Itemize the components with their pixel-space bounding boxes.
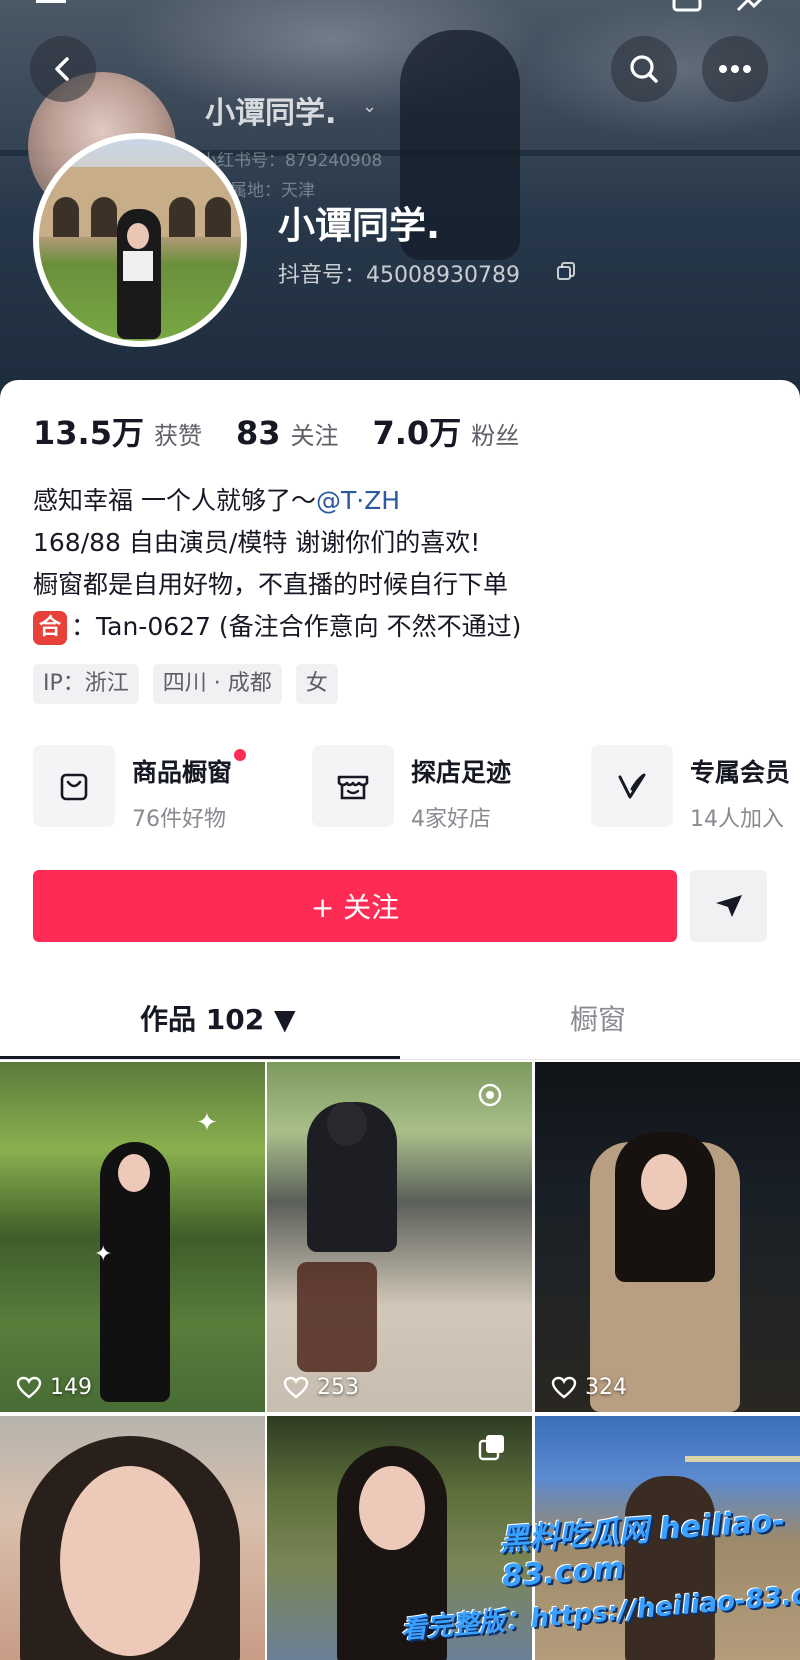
feature-title: 专属会员 <box>690 758 791 787</box>
thumb-face <box>641 1154 687 1210</box>
avatar-arch <box>205 197 231 237</box>
bio-line: 168/88 自由演员/模特 谢谢你们的喜欢! <box>33 528 481 557</box>
likes-count: 324 <box>585 1375 627 1400</box>
thumb-face <box>60 1466 200 1656</box>
thumb-face <box>118 1154 150 1192</box>
copy-icon[interactable] <box>555 260 577 282</box>
profile-screen: 小谭同学. ⌄ 小红书号：879240908 属地：天津 小谭同学. 抖音号：4… <box>0 0 800 1660</box>
sparkle-icon: ✦ <box>94 1242 113 1267</box>
following-label: 关注 <box>290 422 339 450</box>
profile-avatar[interactable] <box>33 133 247 347</box>
video-thumbnail[interactable]: ✦ ✦ 149 <box>0 1062 265 1412</box>
likes-badge: 253 <box>283 1375 359 1400</box>
likes-badge: 149 <box>16 1375 92 1400</box>
profile-name: 小谭同学. <box>278 204 441 247</box>
ghost-chevron-icon: ⌄ <box>362 96 378 117</box>
feature-icon-box <box>591 745 673 827</box>
message-button[interactable] <box>690 870 767 942</box>
likes-count: 253 <box>317 1375 359 1400</box>
sparkle-icon: ✦ <box>196 1108 218 1138</box>
feature-text: 探店足迹 4家好店 <box>411 745 511 833</box>
likes-count[interactable]: 13.5万 <box>33 408 144 454</box>
feature-subtitle: 4家好店 <box>411 807 491 832</box>
tag-gender: 女 <box>295 664 338 704</box>
search-button[interactable] <box>611 36 677 102</box>
v-member-icon <box>618 773 646 799</box>
mention-link[interactable]: @T·ZH <box>316 486 400 515</box>
avatar-shirt <box>123 251 153 281</box>
tag-location: 四川 · 成都 <box>152 664 282 704</box>
bio-line: 合：Tan-0627 (备注合作意向 不然不通过) <box>33 606 773 648</box>
feature-title: 探店足迹 <box>411 758 512 787</box>
shopping-bag-icon <box>60 773 88 801</box>
likes-badge: 324 <box>551 1375 627 1400</box>
video-thumbnail[interactable]: 253 <box>267 1062 532 1412</box>
send-arrow-icon <box>715 895 742 917</box>
avatar-arch <box>53 197 79 237</box>
menu-icon[interactable] <box>34 0 70 14</box>
tab-shop-window[interactable]: 橱窗 <box>570 985 626 1055</box>
bio-line: 橱窗都是自用好物，不直播的时候自行下单 <box>33 570 509 599</box>
avatar-arch <box>169 197 195 237</box>
thumb-head <box>327 1102 367 1146</box>
store-icon <box>337 775 369 800</box>
feature-title: 商品橱窗 <box>132 758 233 787</box>
drink-cup <box>297 1262 377 1372</box>
bio-text: 感知幸福 一个人就够了～ <box>33 486 316 515</box>
ghost-name: 小谭同学. <box>205 96 337 131</box>
multi-image-icon <box>478 1435 504 1461</box>
feature-icon-box <box>33 745 115 827</box>
video-thumbnail[interactable]: 324 <box>535 1062 800 1412</box>
feature-store-visits[interactable]: 探店足迹 4家好店 <box>312 745 591 833</box>
follow-button[interactable]: + 关注 <box>33 870 677 942</box>
search-icon <box>630 55 658 83</box>
feature-subtitle: 76件好物 <box>132 807 226 832</box>
feature-row: 商品橱窗 76件好物 探店足迹 4家好店 专属会员 14人加入 <box>33 745 800 833</box>
douyin-id: 抖音号：45008930789 <box>278 263 520 288</box>
tag-ip: IP：浙江 <box>33 664 139 704</box>
bio: 感知幸福 一个人就够了～@T·ZH 168/88 自由演员/模特 谢谢你们的喜欢… <box>33 480 773 648</box>
avatar-face <box>127 223 149 249</box>
pin-icon <box>478 1083 502 1107</box>
feature-text: 专属会员 14人加入 <box>690 745 790 833</box>
feature-shop-window[interactable]: 商品橱窗 76件好物 <box>33 745 312 833</box>
followers-count[interactable]: 7.0万 <box>373 408 462 454</box>
feature-title-wrap: 商品橱窗 <box>132 749 247 789</box>
likes-count: 149 <box>50 1375 92 1400</box>
thumb-face <box>359 1466 425 1550</box>
heart-icon <box>283 1376 309 1399</box>
feature-membership[interactable]: 专属会员 14人加入 <box>591 745 800 833</box>
bio-text: ：Tan-0627 (备注合作意向 不然不通过) <box>71 612 522 641</box>
tab-works[interactable]: 作品 102 ▼ <box>140 985 295 1055</box>
video-thumbnail[interactable] <box>0 1416 265 1660</box>
tab-divider <box>0 1059 800 1060</box>
string-lights <box>685 1456 800 1462</box>
more-button[interactable] <box>702 36 768 102</box>
heart-icon <box>16 1376 42 1399</box>
cooperation-badge: 合 <box>33 611 67 645</box>
more-dots-icon <box>719 65 751 73</box>
window-icon[interactable] <box>670 0 706 14</box>
avatar-arch <box>91 197 117 237</box>
bio-line: 感知幸福 一个人就够了～@T·ZH <box>33 480 773 522</box>
profile-tags: IP：浙江 四川 · 成都 女 <box>33 664 338 704</box>
content-tabs: 作品 102 ▼ 橱窗 <box>0 985 800 1060</box>
feature-subtitle: 14人加入 <box>690 807 784 832</box>
likes-label: 获赞 <box>153 422 202 450</box>
back-arrow-icon <box>55 57 69 81</box>
notification-dot <box>234 749 247 761</box>
feature-text: 商品橱窗 76件好物 <box>132 745 247 833</box>
signature-icon[interactable] <box>734 0 770 14</box>
back-button[interactable] <box>30 36 96 102</box>
followers-label: 粉丝 <box>471 422 520 450</box>
heart-icon <box>551 1376 577 1399</box>
feature-icon-box <box>312 745 394 827</box>
following-count[interactable]: 83 <box>236 414 281 452</box>
profile-stats: 13.5万 获赞 83 关注 7.0万 粉丝 <box>33 408 553 458</box>
